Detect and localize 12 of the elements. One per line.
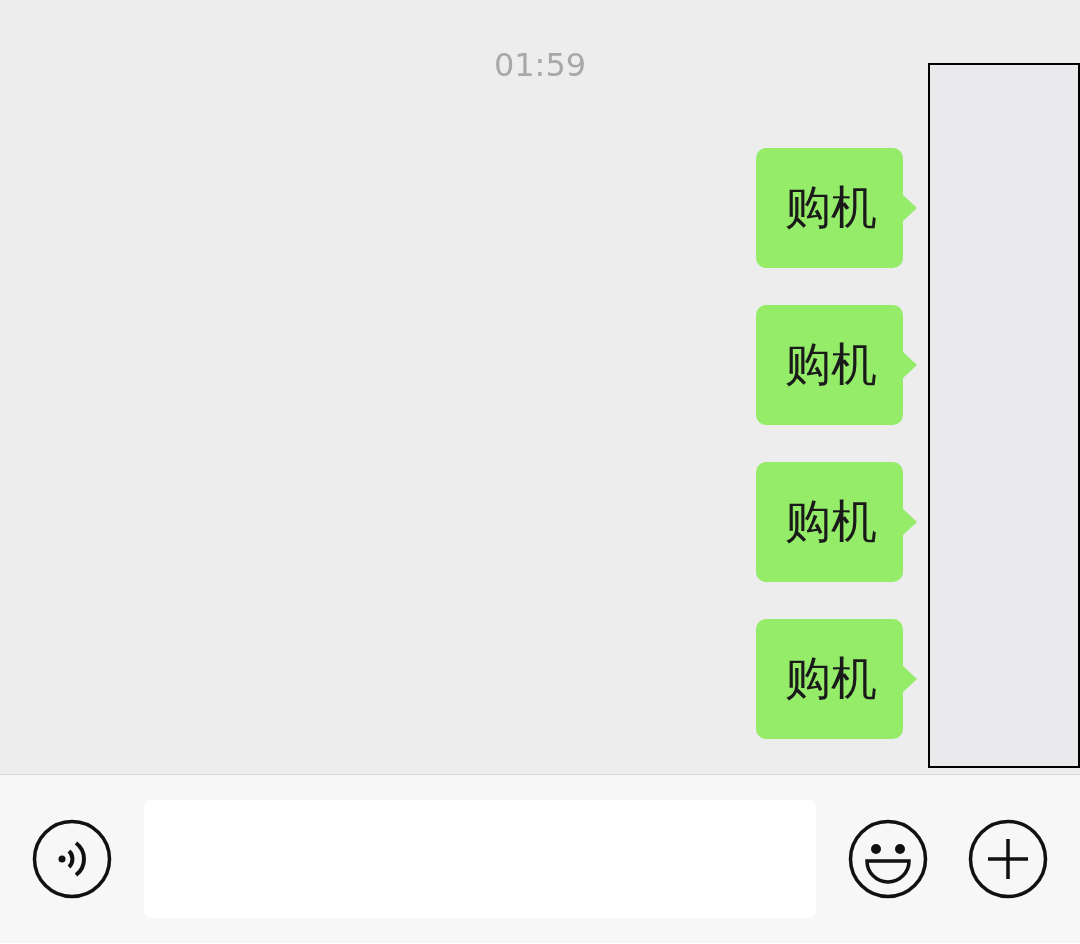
bubble-tail <box>902 508 918 536</box>
bubble-tail <box>902 351 918 379</box>
message-bubble: 购机 <box>756 619 903 739</box>
bubble-tail <box>902 665 918 693</box>
message-bubble: 购机 <box>756 462 903 582</box>
bubble-tail <box>902 194 918 222</box>
emoji-icon[interactable] <box>848 819 928 899</box>
voice-icon[interactable] <box>32 819 112 899</box>
message-bubble: 购机 <box>756 148 903 268</box>
message-bubble: 购机 <box>756 305 903 425</box>
timestamp: 01:59 <box>493 45 587 86</box>
plus-icon[interactable] <box>968 819 1048 899</box>
